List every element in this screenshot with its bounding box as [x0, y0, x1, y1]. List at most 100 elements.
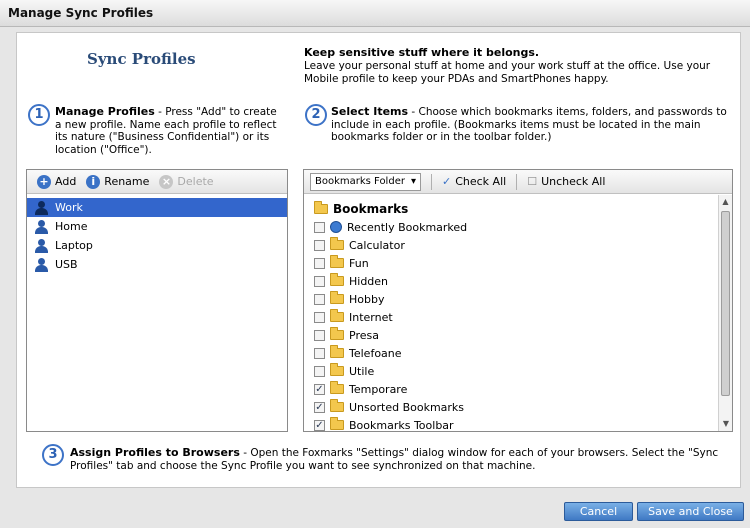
tree-item-label: Unsorted Bookmarks — [349, 400, 465, 414]
item-checkbox[interactable] — [314, 275, 325, 287]
item-checkbox[interactable] — [314, 347, 325, 359]
item-checkbox[interactable] — [314, 293, 325, 305]
tree-item[interactable]: Hobby — [304, 290, 718, 308]
step-3-number: 3 — [42, 444, 64, 466]
tree-item[interactable]: ✓ Temporare — [304, 380, 718, 398]
tree-item-label: Hobby — [349, 292, 385, 306]
chevron-down-icon: ▾ — [410, 176, 416, 187]
scroll-up-icon[interactable]: ▲ — [719, 195, 732, 209]
step-3-text: Assign Profiles to Browsers - Open the F… — [70, 446, 732, 472]
check-icon: ✓ — [441, 175, 452, 188]
tree-root[interactable]: Bookmarks — [304, 199, 718, 218]
tree-item[interactable]: Calculator — [304, 236, 718, 254]
tree-item-label: Bookmarks Toolbar — [349, 418, 454, 432]
profile-item-usb[interactable]: USB — [27, 255, 287, 274]
item-checkbox[interactable] — [314, 365, 325, 377]
profiles-panel: + Add i Rename × Delete Work Home Laptop… — [26, 169, 288, 432]
step-1-title: Manage Profiles — [55, 105, 155, 118]
item-checkbox[interactable] — [314, 239, 325, 251]
tree-item[interactable]: Telefoane — [304, 344, 718, 362]
folder-icon — [314, 200, 328, 214]
step-2-number: 2 — [305, 104, 327, 126]
tree-item-label: Calculator — [349, 238, 405, 252]
items-toolbar: Bookmarks Folder ▾ ✓ Check All ☐ Uncheck… — [304, 170, 732, 194]
tree-item-label: Fun — [349, 256, 369, 270]
profile-label: Work — [55, 201, 83, 214]
scroll-down-icon[interactable]: ▼ — [719, 417, 733, 431]
tree-item-label: Hidden — [349, 274, 389, 288]
tree-item[interactable]: Presa — [304, 326, 718, 344]
item-checkbox[interactable] — [314, 329, 325, 341]
folder-select[interactable]: Bookmarks Folder ▾ — [310, 172, 421, 191]
check-all-button[interactable]: ✓ Check All — [442, 175, 506, 188]
step-1-text: Manage Profiles - Press "Add" to create … — [55, 105, 283, 156]
user-icon — [35, 219, 49, 234]
scrollbar-thumb[interactable] — [721, 211, 730, 396]
item-checkbox[interactable]: ✓ — [314, 419, 325, 431]
profile-label: Laptop — [55, 239, 93, 252]
rename-button[interactable]: i Rename — [86, 174, 150, 189]
page-title: Sync Profiles — [87, 50, 196, 68]
folder-icon — [330, 363, 344, 376]
step-1-number: 1 — [28, 104, 50, 126]
tree-item-label: Temporare — [349, 382, 408, 396]
tree-item[interactable]: Fun — [304, 254, 718, 272]
tree-item[interactable]: Internet — [304, 308, 718, 326]
tree-item-label: Internet — [349, 310, 393, 324]
profile-label: Home — [55, 220, 88, 233]
profile-item-home[interactable]: Home — [27, 217, 287, 236]
tree-item[interactable]: Recently Bookmarked — [304, 218, 718, 236]
toolbar-divider — [516, 173, 518, 190]
check-all-label: Check All — [455, 175, 507, 188]
rename-icon: i — [86, 174, 101, 189]
item-checkbox[interactable]: ✓ — [314, 383, 325, 395]
uncheck-icon: ☐ — [527, 175, 538, 188]
intro-text: Keep sensitive stuff where it belongs. L… — [304, 46, 734, 86]
profile-item-work[interactable]: Work — [27, 198, 287, 217]
item-checkbox[interactable]: ✓ — [314, 401, 325, 413]
rename-label: Rename — [104, 175, 150, 188]
user-icon — [35, 200, 49, 215]
folder-icon — [330, 417, 344, 430]
folder-icon — [330, 309, 344, 322]
tree-root-label: Bookmarks — [333, 201, 409, 216]
add-icon: + — [37, 174, 51, 189]
tree-item[interactable]: ✓ Unsorted Bookmarks — [304, 398, 718, 416]
step-3-title: Assign Profiles to Browsers — [70, 446, 240, 459]
tree-item[interactable]: ✓ Bookmarks Toolbar — [304, 416, 718, 431]
save-and-close-button[interactable]: Save and Close — [637, 502, 744, 521]
cancel-button[interactable]: Cancel — [564, 502, 633, 521]
tree-item-label: Recently Bookmarked — [347, 220, 468, 234]
folder-icon — [330, 399, 344, 412]
item-checkbox[interactable] — [314, 311, 325, 323]
window-title: Manage Sync Profiles — [8, 6, 154, 20]
tree-item-label: Telefoane — [349, 346, 402, 360]
uncheck-all-button[interactable]: ☐ Uncheck All — [527, 175, 605, 188]
tree-item[interactable]: Utile — [304, 362, 718, 380]
profiles-list: Work Home Laptop USB — [27, 198, 287, 274]
uncheck-all-label: Uncheck All — [541, 175, 606, 188]
folder-icon — [330, 291, 344, 304]
item-checkbox[interactable] — [314, 221, 325, 233]
user-icon — [35, 257, 49, 272]
step-2-text: Select Items - Choose which bookmarks it… — [331, 105, 731, 144]
folder-icon — [330, 273, 344, 286]
delete-icon: × — [159, 174, 174, 189]
bookmarks-tree: Bookmarks Recently Bookmarked Calculator F… — [304, 195, 718, 431]
tree-item-label: Utile — [349, 364, 375, 378]
intro-headline: Keep sensitive stuff where it belongs. — [304, 46, 540, 59]
folder-select-value: Bookmarks Folder — [315, 176, 405, 187]
profile-label: USB — [55, 258, 78, 271]
add-button[interactable]: + Add — [37, 174, 76, 189]
folder-icon — [330, 327, 344, 340]
folder-icon — [330, 381, 344, 394]
user-icon — [35, 238, 49, 253]
tree-item-label: Presa — [349, 328, 379, 342]
profile-item-laptop[interactable]: Laptop — [27, 236, 287, 255]
item-checkbox[interactable] — [314, 257, 325, 269]
folder-icon — [330, 237, 344, 250]
tree-item[interactable]: Hidden — [304, 272, 718, 290]
delete-button[interactable]: × Delete — [159, 174, 214, 189]
tree-scrollbar[interactable]: ▲ ▼ — [718, 195, 732, 431]
delete-label: Delete — [177, 175, 214, 188]
